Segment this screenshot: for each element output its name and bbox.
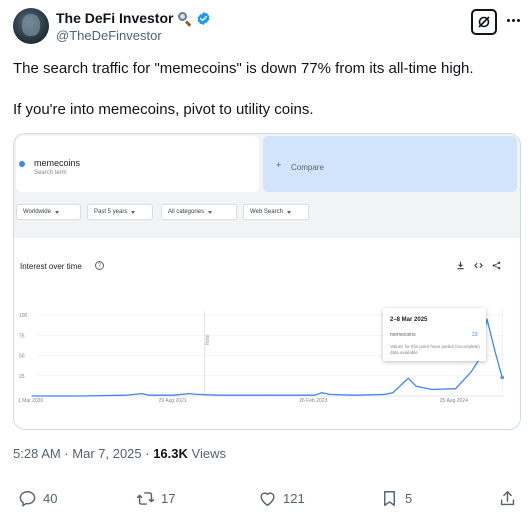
author-handle[interactable]: @TheDeFinvestor [56, 28, 162, 43]
data-point [470, 371, 472, 373]
repost-icon [136, 492, 155, 505]
author-avatar[interactable] [13, 8, 49, 44]
magnifying-glass-icon [177, 11, 192, 27]
author-name-row: The DeFi Investor [56, 9, 211, 27]
tweet-meta: 5:28 AM · Mar 7, 2025 · 16.3K Views [13, 446, 226, 461]
data-point [149, 394, 151, 396]
more-dot-icon [511, 18, 515, 22]
y-tick-label: 100 [19, 313, 28, 319]
meta-separator: · [141, 446, 154, 461]
data-point [454, 388, 457, 390]
reply-count: 40 [43, 491, 58, 506]
tooltip-term: memecoins [390, 332, 416, 338]
data-point [431, 388, 433, 391]
tweet-text-line-2: If you're into memecoins, pivot to utili… [13, 101, 314, 118]
more-options-button[interactable] [503, 10, 523, 30]
grok-button[interactable] [471, 9, 497, 35]
data-point [196, 393, 198, 395]
views-label: Views [187, 446, 226, 461]
trends-line-chart: 100 75 50 25 Note 1 Mar 2020 29 Aug 2021 26 Feb… [18, 311, 504, 404]
views-count: 16.3K [153, 446, 188, 461]
more-dot-icon [516, 18, 520, 22]
repost-count: 17 [161, 491, 176, 506]
tweet-date[interactable]: Mar 7, 2025 [72, 446, 141, 461]
like-count: 121 [283, 491, 305, 506]
data-point [313, 394, 315, 396]
x-tick-label: 29 Aug 2021 [159, 398, 187, 404]
bookmark-icon [384, 491, 395, 506]
share-icon [500, 491, 515, 506]
reply-icon [19, 491, 36, 507]
verified-badge-icon [198, 11, 210, 25]
bookmark-button[interactable]: 5 [380, 489, 412, 508]
y-tick-label: 75 [19, 333, 25, 339]
data-point [125, 394, 127, 396]
data-point [486, 318, 488, 320]
data-point [415, 385, 417, 387]
tooltip-value: 23 [472, 332, 478, 338]
data-point [31, 395, 33, 397]
data-point [392, 392, 394, 394]
tweet-time[interactable]: 5:28 AM [13, 446, 61, 461]
data-point [352, 394, 354, 396]
chart-tooltip: 2–8 Mar 2025 memecoins 23 Values for thi… [383, 308, 486, 361]
data-point [384, 393, 386, 395]
share-button[interactable] [498, 489, 517, 508]
data-point [188, 392, 190, 395]
data-point [172, 394, 174, 396]
x-tick-label: 1 Mar 2020 [18, 398, 44, 404]
data-point [494, 350, 496, 353]
author-display-name[interactable]: The DeFi Investor [56, 10, 173, 26]
tooltip-date: 2–8 Mar 2025 [390, 317, 428, 323]
data-point [78, 395, 80, 397]
x-tick-label: 26 Feb 2023 [299, 398, 327, 404]
data-point [266, 394, 268, 396]
y-tick-label: 25 [19, 374, 25, 380]
heart-icon [260, 492, 275, 506]
data-point [407, 377, 409, 379]
data-point [329, 393, 331, 395]
more-dot-icon [506, 18, 510, 22]
bookmark-count: 5 [405, 491, 413, 506]
data-point [219, 394, 221, 396]
data-point [321, 392, 323, 394]
tweet-action-bar: 40 17 121 5 [0, 486, 531, 512]
data-point [141, 392, 143, 395]
grok-icon [478, 16, 490, 28]
tweet-text-line-1: The search traffic for "memecoins" is do… [13, 60, 474, 77]
note-label: Note [205, 334, 211, 345]
repost-button[interactable]: 17 [136, 489, 175, 508]
x-tick-label: 25 Aug 2024 [440, 398, 468, 404]
y-tick-label: 50 [19, 354, 25, 360]
meta-separator: · [60, 446, 73, 461]
tooltip-note: Values for this point have partial (inco… [390, 344, 480, 355]
like-button[interactable]: 121 [258, 489, 305, 508]
reply-button[interactable]: 40 [18, 489, 57, 508]
tweet-media-image[interactable]: memecoins Search term + Compare Worldwid… [13, 133, 521, 430]
